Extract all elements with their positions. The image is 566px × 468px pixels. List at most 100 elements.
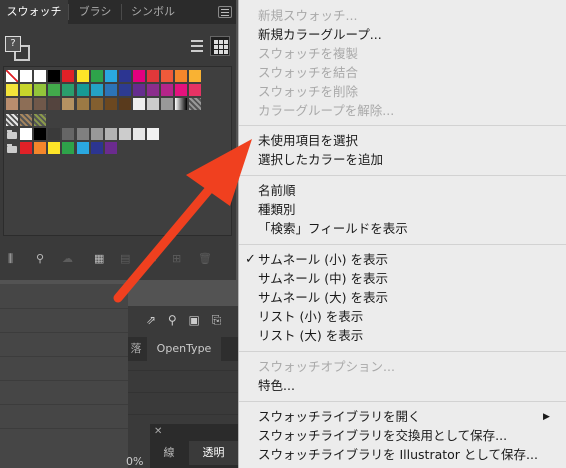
swatch[interactable] bbox=[76, 128, 89, 140]
swatch[interactable] bbox=[76, 98, 89, 110]
swatch[interactable] bbox=[118, 84, 131, 96]
swatch[interactable] bbox=[132, 84, 145, 96]
target-icon[interactable]: ▣ bbox=[189, 313, 200, 327]
swatch[interactable] bbox=[48, 128, 61, 140]
swatch[interactable] bbox=[20, 70, 33, 82]
swatch[interactable] bbox=[189, 84, 202, 96]
close-icon[interactable]: ✕ bbox=[154, 426, 162, 437]
swatch[interactable] bbox=[6, 98, 18, 110]
swatch[interactable] bbox=[175, 70, 188, 82]
swatch[interactable] bbox=[34, 128, 47, 140]
swatch[interactable] bbox=[189, 70, 202, 82]
swatch-none[interactable] bbox=[6, 70, 18, 82]
tab-brushes[interactable]: ブラシ bbox=[69, 0, 121, 24]
menu-item-large-thumbnail-view[interactable]: サムネール (大) を表示 bbox=[258, 289, 388, 307]
menu-item-merge-swatches[interactable]: スウォッチを結合 bbox=[258, 64, 358, 82]
swatch[interactable] bbox=[48, 84, 61, 96]
list-view-button[interactable] bbox=[187, 36, 207, 56]
library-icon[interactable]: ⫼ bbox=[8, 252, 13, 266]
export-icon[interactable]: ⇗ bbox=[146, 313, 156, 327]
panel-menu-button[interactable] bbox=[218, 6, 232, 18]
swatch[interactable] bbox=[76, 142, 89, 154]
swatch-pattern[interactable] bbox=[6, 114, 18, 126]
swatch[interactable] bbox=[161, 98, 174, 110]
swatch[interactable] bbox=[175, 84, 188, 96]
link-icon[interactable]: ⎘ bbox=[212, 313, 222, 327]
swatch[interactable] bbox=[20, 84, 33, 96]
menu-item-ungroup-color-group[interactable]: カラーグループを解除... bbox=[258, 102, 394, 120]
swatch[interactable] bbox=[104, 84, 117, 96]
menu-item-medium-thumbnail-view[interactable]: サムネール (中) を表示 bbox=[258, 270, 388, 288]
swatch[interactable] bbox=[90, 70, 103, 82]
swatch[interactable] bbox=[34, 70, 47, 82]
menu-item-small-list-view[interactable]: リスト (小) を表示 bbox=[258, 308, 363, 326]
swatch[interactable] bbox=[48, 142, 61, 154]
swatch[interactable] bbox=[90, 142, 103, 154]
menu-item-duplicate-swatch[interactable]: スウォッチを複製 bbox=[258, 45, 358, 63]
swatch[interactable] bbox=[62, 98, 75, 110]
fill-swatch[interactable]: ? bbox=[5, 36, 21, 52]
menu-item-save-library-as-ai[interactable]: スウォッチライブラリを Illustrator として保存... bbox=[258, 446, 538, 464]
tab-stroke[interactable]: 線 bbox=[150, 441, 188, 465]
menu-item-new-swatch[interactable]: 新規スウォッチ... bbox=[258, 7, 357, 25]
swatch[interactable] bbox=[6, 84, 18, 96]
swatch[interactable] bbox=[104, 142, 117, 154]
swatch[interactable] bbox=[34, 142, 47, 154]
menu-item-swatch-options[interactable]: スウォッチオプション... bbox=[258, 358, 395, 376]
menu-item-small-thumbnail-view[interactable]: サムネール (小) を表示 bbox=[258, 251, 388, 269]
swatch[interactable] bbox=[48, 70, 61, 82]
menu-item-sort-by-kind[interactable]: 種類別 bbox=[258, 201, 296, 219]
color-group-folder-icon[interactable] bbox=[7, 130, 17, 139]
swatch-pattern[interactable] bbox=[20, 114, 33, 126]
color-group-folder-icon[interactable] bbox=[7, 144, 17, 153]
menu-item-open-swatch-library[interactable]: スウォッチライブラリを開く bbox=[258, 408, 421, 426]
swatch[interactable] bbox=[118, 128, 131, 140]
swatch[interactable] bbox=[118, 98, 131, 110]
swatch[interactable] bbox=[104, 70, 117, 82]
swatch[interactable] bbox=[62, 70, 75, 82]
swatch[interactable] bbox=[20, 142, 33, 154]
swatch-gradient[interactable] bbox=[175, 98, 188, 110]
menu-item-new-color-group[interactable]: 新規カラーグループ... bbox=[258, 26, 382, 44]
tab-paragraph[interactable]: 落 bbox=[128, 337, 144, 361]
swatch[interactable] bbox=[76, 84, 89, 96]
menu-item-show-find-field[interactable]: 「検索」フィールドを表示 bbox=[258, 220, 408, 238]
swatch[interactable] bbox=[62, 84, 75, 96]
swatch[interactable] bbox=[132, 70, 145, 82]
swatch[interactable] bbox=[118, 70, 131, 82]
tab-swatches[interactable]: スウォッチ bbox=[0, 0, 68, 24]
search-icon[interactable]: ⚲ bbox=[168, 313, 177, 327]
thumbnail-view-button[interactable] bbox=[210, 36, 230, 56]
swatch[interactable] bbox=[76, 70, 89, 82]
new-group-icon[interactable]: ▦ bbox=[94, 252, 104, 265]
swatch[interactable] bbox=[90, 84, 103, 96]
swatch[interactable] bbox=[104, 98, 117, 110]
menu-item-save-library-as-ase[interactable]: スウォッチライブラリを交換用として保存... bbox=[258, 427, 507, 445]
swatch[interactable] bbox=[62, 128, 75, 140]
swatch[interactable] bbox=[147, 84, 159, 96]
swatch[interactable] bbox=[20, 98, 33, 110]
swatch[interactable] bbox=[104, 128, 117, 140]
swatch[interactable] bbox=[34, 98, 47, 110]
swatch[interactable] bbox=[161, 84, 174, 96]
swatch[interactable] bbox=[20, 128, 33, 140]
swatch[interactable] bbox=[90, 98, 103, 110]
menu-item-sort-by-name[interactable]: 名前順 bbox=[258, 182, 296, 200]
tab-transparency[interactable]: 透明 bbox=[189, 441, 238, 465]
kind-icon[interactable]: ⚲ bbox=[36, 252, 44, 265]
swatch[interactable] bbox=[147, 128, 159, 140]
swatch-pattern[interactable] bbox=[189, 98, 202, 110]
swatch[interactable] bbox=[132, 128, 145, 140]
tab-opentype[interactable]: OpenType bbox=[147, 337, 221, 361]
menu-item-select-all-unused[interactable]: 未使用項目を選択 bbox=[258, 132, 358, 150]
swatch[interactable] bbox=[132, 98, 145, 110]
swatch[interactable] bbox=[147, 70, 159, 82]
swatch[interactable] bbox=[62, 142, 75, 154]
swatch[interactable] bbox=[90, 128, 103, 140]
menu-item-large-list-view[interactable]: リスト (大) を表示 bbox=[258, 327, 363, 345]
swatch-pattern[interactable] bbox=[34, 114, 47, 126]
menu-item-spot-colors[interactable]: 特色... bbox=[258, 377, 295, 395]
swatch[interactable] bbox=[147, 98, 159, 110]
tab-symbols[interactable]: シンボル bbox=[122, 0, 184, 24]
fill-stroke-indicator[interactable]: ? bbox=[5, 36, 31, 62]
